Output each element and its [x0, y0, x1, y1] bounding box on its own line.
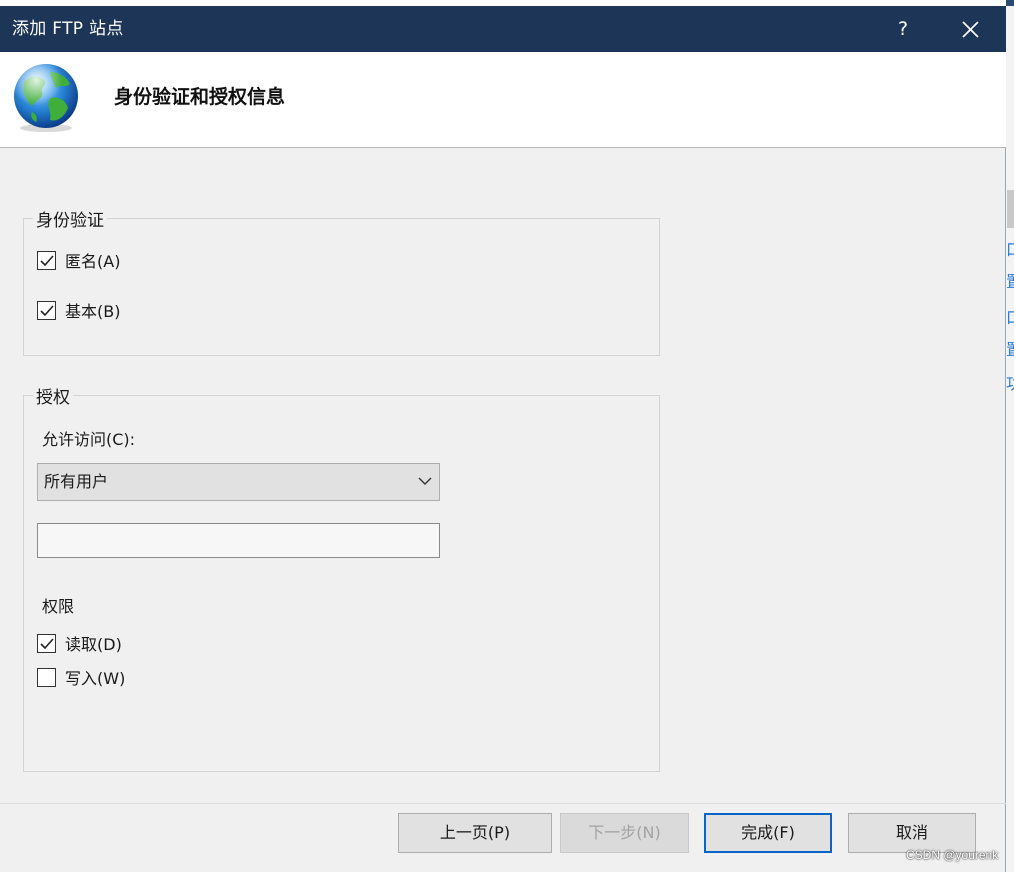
help-button[interactable]: ? [884, 6, 922, 52]
background-link-glyph[interactable]: 口 [1006, 309, 1014, 327]
authentication-group-legend: 身份验证 [33, 206, 107, 231]
checkmark-icon [40, 304, 54, 316]
read-checkbox[interactable] [37, 633, 56, 653]
previous-button[interactable]: 上一页(P) [398, 813, 552, 853]
background-link-glyph[interactable]: 口 [1006, 241, 1014, 259]
write-checkbox[interactable] [37, 667, 56, 687]
allow-access-label: 允许访问(C): [42, 430, 136, 449]
read-checkbox-label: 读取(D) [65, 635, 122, 654]
allow-access-dropdown[interactable]: 所有用户 [37, 463, 440, 501]
background-scrollbar-thumb[interactable] [1007, 190, 1014, 228]
anonymous-checkbox[interactable] [37, 250, 56, 270]
write-checkbox-label: 写入(W) [65, 669, 126, 688]
basic-checkbox-row[interactable]: 基本(B) [37, 298, 120, 322]
dialog-title: 添加 FTP 站点 [12, 19, 124, 39]
close-button[interactable] [944, 6, 996, 52]
checkmark-icon [40, 254, 54, 266]
background-link-glyph[interactable]: 置 [1006, 273, 1014, 291]
close-icon [962, 21, 979, 38]
basic-checkbox-label: 基本(B) [65, 302, 121, 321]
background-link-glyph[interactable]: 功 [1006, 375, 1014, 393]
dialog-titlebar[interactable]: 添加 FTP 站点 ? [0, 6, 1006, 52]
finish-button[interactable]: 完成(F) [704, 813, 832, 853]
globe-icon [14, 64, 78, 132]
background-window-edge: 口 置 口 置 功 [1006, 0, 1014, 872]
permissions-label: 权限 [42, 597, 75, 616]
write-checkbox-row[interactable]: 写入(W) [37, 665, 125, 689]
wizard-header: 身份验证和授权信息 [0, 52, 1006, 148]
page-title: 身份验证和授权信息 [114, 86, 286, 108]
add-ftp-site-dialog: 添加 FTP 站点 ? 身份验证和授权信息 身份验证 匿名(A) 基本(B) 授… [0, 6, 1006, 872]
basic-checkbox[interactable] [37, 300, 56, 320]
watermark-text: CSDN @yourenk [906, 848, 999, 862]
user-names-input[interactable] [37, 523, 440, 558]
chevron-down-icon [418, 477, 432, 485]
checkmark-icon [40, 637, 54, 649]
authorization-group [23, 395, 660, 772]
background-link-glyph[interactable]: 置 [1006, 341, 1014, 359]
background-titlebar-strip [1006, 0, 1014, 6]
allow-access-selected-value: 所有用户 [44, 472, 109, 491]
next-button[interactable]: 下一步(N) [560, 813, 689, 853]
cancel-button[interactable]: 取消 [848, 813, 976, 853]
anonymous-checkbox-row[interactable]: 匿名(A) [37, 248, 120, 272]
authentication-group [23, 218, 660, 356]
read-checkbox-row[interactable]: 读取(D) [37, 631, 122, 655]
anonymous-checkbox-label: 匿名(A) [65, 252, 121, 271]
authorization-group-legend: 授权 [33, 383, 73, 408]
footer-divider [0, 803, 1006, 804]
